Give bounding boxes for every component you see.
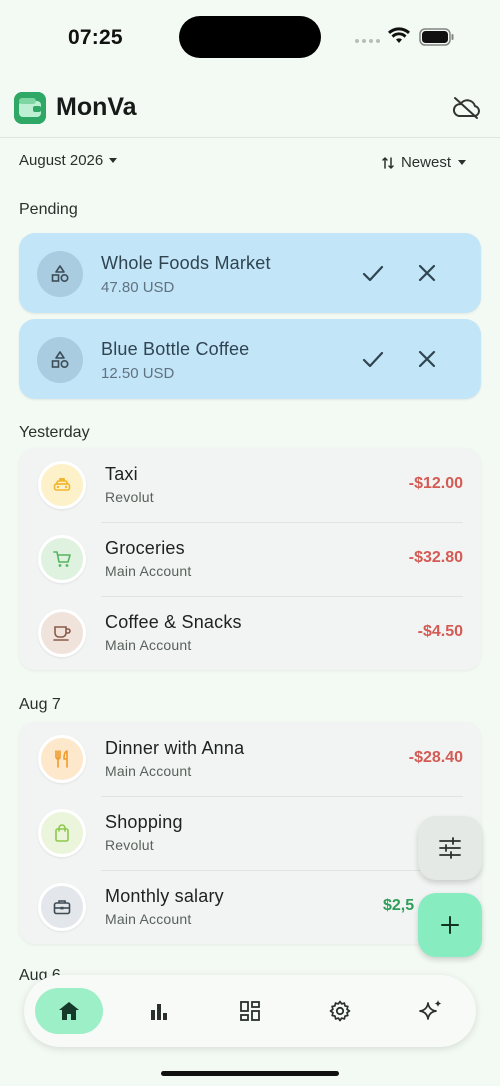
- pending-name: Blue Bottle Coffee: [101, 339, 250, 359]
- home-indicator: [161, 1071, 339, 1076]
- pending-card[interactable]: Blue Bottle Coffee 12.50 USD: [19, 319, 481, 399]
- transaction-account: Revolut: [105, 489, 154, 505]
- pending-header: Pending: [19, 201, 78, 218]
- reject-close-icon[interactable]: [418, 264, 436, 282]
- briefcase-icon: [38, 883, 86, 931]
- wifi-icon: [388, 27, 410, 43]
- transaction-name: Dinner with Anna: [105, 738, 245, 758]
- coffee-cup-icon: [38, 609, 86, 657]
- signal-dots-icon: [355, 39, 380, 43]
- sort-selector[interactable]: Newest: [382, 154, 466, 171]
- status-bar: 07:25: [0, 0, 500, 75]
- approve-check-icon[interactable]: [362, 264, 384, 284]
- sort-arrows-icon: [382, 156, 394, 169]
- battery-icon: [419, 28, 454, 46]
- transaction-account: Main Account: [105, 637, 192, 653]
- nav-dashboard[interactable]: [216, 988, 284, 1034]
- approve-check-icon[interactable]: [362, 350, 384, 370]
- taxi-icon: [38, 461, 86, 509]
- transaction-group: Taxi Revolut -$12.00 Groceries Main Acco…: [19, 448, 481, 670]
- transaction-name: Groceries: [105, 538, 185, 558]
- app-title: MonVa: [56, 93, 137, 121]
- transaction-name: Coffee & Snacks: [105, 612, 242, 632]
- filter-button[interactable]: [418, 816, 482, 880]
- transaction-amount: -$32.80: [408, 549, 463, 566]
- tune-sliders-icon: [439, 837, 461, 859]
- sparkles-icon: [419, 1000, 442, 1020]
- transaction-amount: -$4.50: [417, 623, 463, 640]
- month-selector[interactable]: August 2026: [19, 152, 118, 169]
- transaction-row[interactable]: Shopping Revolut -$: [19, 796, 481, 870]
- transaction-name: Shopping: [105, 812, 183, 832]
- cloud-off-icon[interactable]: [451, 96, 481, 120]
- transaction-account: Main Account: [105, 911, 192, 927]
- transaction-amount: -$12.00: [408, 475, 463, 492]
- date-header: Aug 7: [19, 696, 61, 713]
- nav-stats[interactable]: [125, 988, 193, 1034]
- bar-chart-icon: [151, 1004, 167, 1020]
- nav-ai[interactable]: [397, 988, 465, 1034]
- nav-settings[interactable]: [306, 988, 374, 1034]
- pending-amount: 47.80 USD: [101, 279, 175, 296]
- dropdown-caret-icon: [458, 160, 466, 165]
- transaction-row[interactable]: Dinner with Anna Main Account -$28.40: [19, 722, 481, 796]
- restaurant-icon: [38, 735, 86, 783]
- reject-close-icon[interactable]: [418, 350, 436, 368]
- dropdown-caret-icon: [109, 158, 118, 163]
- transaction-account: Main Account: [105, 563, 192, 579]
- status-time: 07:25: [68, 26, 123, 49]
- transaction-row[interactable]: Monthly salary Main Account $2,5: [19, 870, 481, 944]
- gear-icon: [329, 1000, 351, 1022]
- shopping-bag-icon: [38, 809, 86, 857]
- transaction-account: Main Account: [105, 763, 192, 779]
- category-shapes-icon: [37, 251, 83, 297]
- dashboard-icon: [240, 1001, 260, 1021]
- bottom-navigation: [24, 975, 476, 1047]
- transaction-name: Taxi: [105, 464, 138, 484]
- dynamic-island: [179, 16, 321, 58]
- category-shapes-icon: [37, 337, 83, 383]
- transaction-amount: -$28.40: [408, 749, 463, 766]
- month-label: August 2026: [19, 152, 104, 169]
- add-transaction-button[interactable]: [418, 893, 482, 957]
- transaction-row[interactable]: Groceries Main Account -$32.80: [19, 522, 481, 596]
- transaction-row[interactable]: Taxi Revolut -$12.00: [19, 448, 481, 522]
- plus-icon: [441, 916, 459, 934]
- transaction-account: Revolut: [105, 837, 154, 853]
- transaction-amount: $2,5: [383, 897, 415, 914]
- transaction-name: Monthly salary: [105, 886, 224, 906]
- home-icon: [59, 1002, 79, 1020]
- pending-amount: 12.50 USD: [101, 365, 175, 382]
- nav-home[interactable]: [35, 988, 103, 1034]
- cart-icon: [38, 535, 86, 583]
- transaction-row[interactable]: Coffee & Snacks Main Account -$4.50: [19, 596, 481, 670]
- pending-name: Whole Foods Market: [101, 253, 271, 273]
- date-header: Yesterday: [19, 424, 90, 441]
- sort-label: Newest: [400, 154, 451, 171]
- pending-card[interactable]: Whole Foods Market 47.80 USD: [19, 233, 481, 313]
- transaction-group: Dinner with Anna Main Account -$28.40 Sh…: [19, 722, 481, 944]
- wallet-logo-icon: [14, 92, 46, 124]
- app-bar: MonVa: [0, 80, 500, 138]
